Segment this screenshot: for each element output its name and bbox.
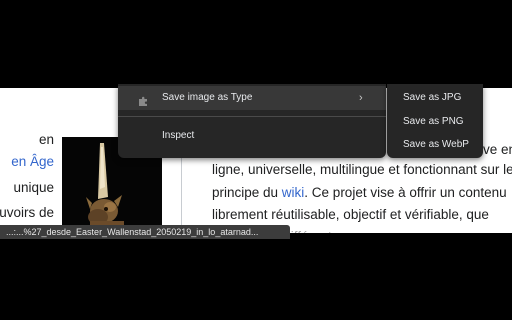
- link-status-bar: ...:...%27_desde_Easter_Wallenstad_20502…: [0, 225, 290, 239]
- left-line-4: uvoirs de: [0, 205, 54, 220]
- puzzle-extension-icon: [138, 93, 149, 106]
- menu-item-label: Save image as Type: [162, 92, 253, 103]
- submenu-item-label: Save as WebP: [403, 139, 469, 150]
- left-link-moyen-age[interactable]: en Âge: [11, 150, 54, 174]
- right-line-3: principe du wiki. Ce projet vise à offri…: [212, 181, 507, 204]
- right-line-4: librement réutilisable, objectif et véri…: [212, 207, 489, 222]
- menu-item-label: Inspect: [162, 130, 195, 141]
- submenu-item-save-as-jpg[interactable]: Save as JPG: [387, 86, 483, 110]
- right-line-3-after: . Ce projet vise à offrir un contenu: [304, 185, 507, 200]
- save-image-submenu: Save as JPG Save as PNG Save as WebP: [387, 84, 483, 158]
- menu-item-save-image-as-type[interactable]: Save image as Type ›: [118, 86, 386, 110]
- submenu-item-save-as-webp[interactable]: Save as WebP: [387, 133, 483, 157]
- left-line-1: en: [38, 132, 54, 147]
- submenu-item-label: Save as JPG: [403, 92, 462, 103]
- chevron-right-icon: ›: [359, 92, 363, 104]
- menu-item-inspect[interactable]: Inspect: [118, 124, 386, 148]
- right-line-2: ligne, universelle, multilingue et fonct…: [212, 162, 512, 177]
- right-line-3-before: principe du: [212, 185, 282, 200]
- left-line-3: unique: [13, 180, 54, 195]
- context-menu: Save image as Type › Inspect: [118, 84, 386, 158]
- menu-divider: [118, 116, 386, 117]
- wiki-link[interactable]: wiki: [282, 185, 305, 200]
- submenu-item-save-as-png[interactable]: Save as PNG: [387, 110, 483, 134]
- submenu-item-label: Save as PNG: [403, 116, 464, 127]
